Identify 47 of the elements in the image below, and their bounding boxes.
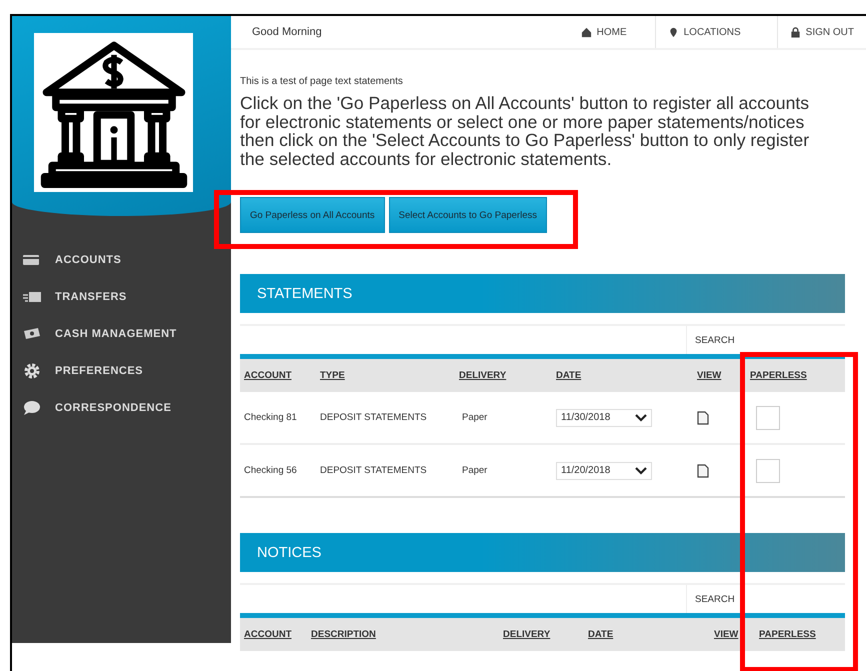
nav-link[interactable]: SIGN OUT <box>776 16 866 48</box>
settings-icon <box>22 362 42 378</box>
table-cell: Checking 56 <box>244 465 297 476</box>
money-icon <box>22 326 42 342</box>
lock-icon <box>790 26 801 38</box>
column-header[interactable]: VIEW <box>714 629 738 640</box>
intro-text: This is a test of page text statements <box>240 76 404 87</box>
paperless-button[interactable]: Go Paperless on All Accounts <box>240 197 385 233</box>
document-icon[interactable] <box>697 410 709 424</box>
greeting-text: Good Morning <box>251 26 322 38</box>
column-header[interactable]: DELIVERY <box>503 629 550 640</box>
column-header[interactable]: ACCOUNT <box>244 370 292 381</box>
chevron-down-icon <box>635 414 647 422</box>
column-header[interactable]: DESCRIPTION <box>311 629 376 640</box>
paperless-button[interactable]: Select Accounts to Go Paperless <box>388 197 547 233</box>
table-cell: DEPOSIT STATEMENTS <box>320 465 427 476</box>
section-title: STATEMENTS <box>257 286 352 302</box>
table-cell: Paper <box>462 412 488 423</box>
column-header[interactable]: VIEW <box>697 370 722 381</box>
date-dropdown[interactable]: 11/20/2018 <box>556 462 652 480</box>
chat-bubble-icon <box>22 400 42 416</box>
map-pin-icon <box>668 26 679 38</box>
column-header[interactable]: DELIVERY <box>459 370 506 381</box>
instructions-text: Click on the 'Go Paperless on All Accounts' button to register all accounts for electronic statements or select one or more paper statements/notices then click on the 'Select Accounts to Go Paperless' button to only register the selected accounts for electronic statements. <box>240 94 810 168</box>
document-icon[interactable] <box>697 464 709 478</box>
table-cell: Checking 81 <box>244 412 297 423</box>
column-header[interactable]: DATE <box>556 370 582 381</box>
nav-link[interactable]: HOME <box>568 16 655 48</box>
sidebar-item[interactable]: ACCOUNTS <box>12 241 231 278</box>
chevron-down-icon <box>635 466 647 474</box>
column-header[interactable]: DATE <box>588 629 614 640</box>
date-dropdown[interactable]: 11/30/2018 <box>556 408 652 426</box>
sidebar-item[interactable]: CORRESPONDENCE <box>12 389 231 426</box>
table-cell: Paper <box>462 465 488 476</box>
column-header[interactable]: PAPERLESS <box>750 370 807 381</box>
sidebar-item[interactable]: TRANSFERS <box>12 278 231 315</box>
column-header[interactable]: TYPE <box>320 370 345 381</box>
column-header[interactable]: ACCOUNT <box>244 629 292 640</box>
paperless-checkbox[interactable] <box>756 406 780 430</box>
column-header[interactable]: PAPERLESS <box>759 629 816 640</box>
sidebar-item[interactable]: PREFERENCES <box>12 352 231 389</box>
home-icon <box>580 26 592 38</box>
table-cell: DEPOSIT STATEMENTS <box>320 412 427 423</box>
nav-link[interactable]: LOCATIONS <box>654 16 777 48</box>
paperless-checkbox[interactable] <box>756 458 780 482</box>
sidebar-item[interactable]: CASH MANAGEMENT <box>12 315 231 352</box>
section-title: NOTICES <box>257 544 322 560</box>
